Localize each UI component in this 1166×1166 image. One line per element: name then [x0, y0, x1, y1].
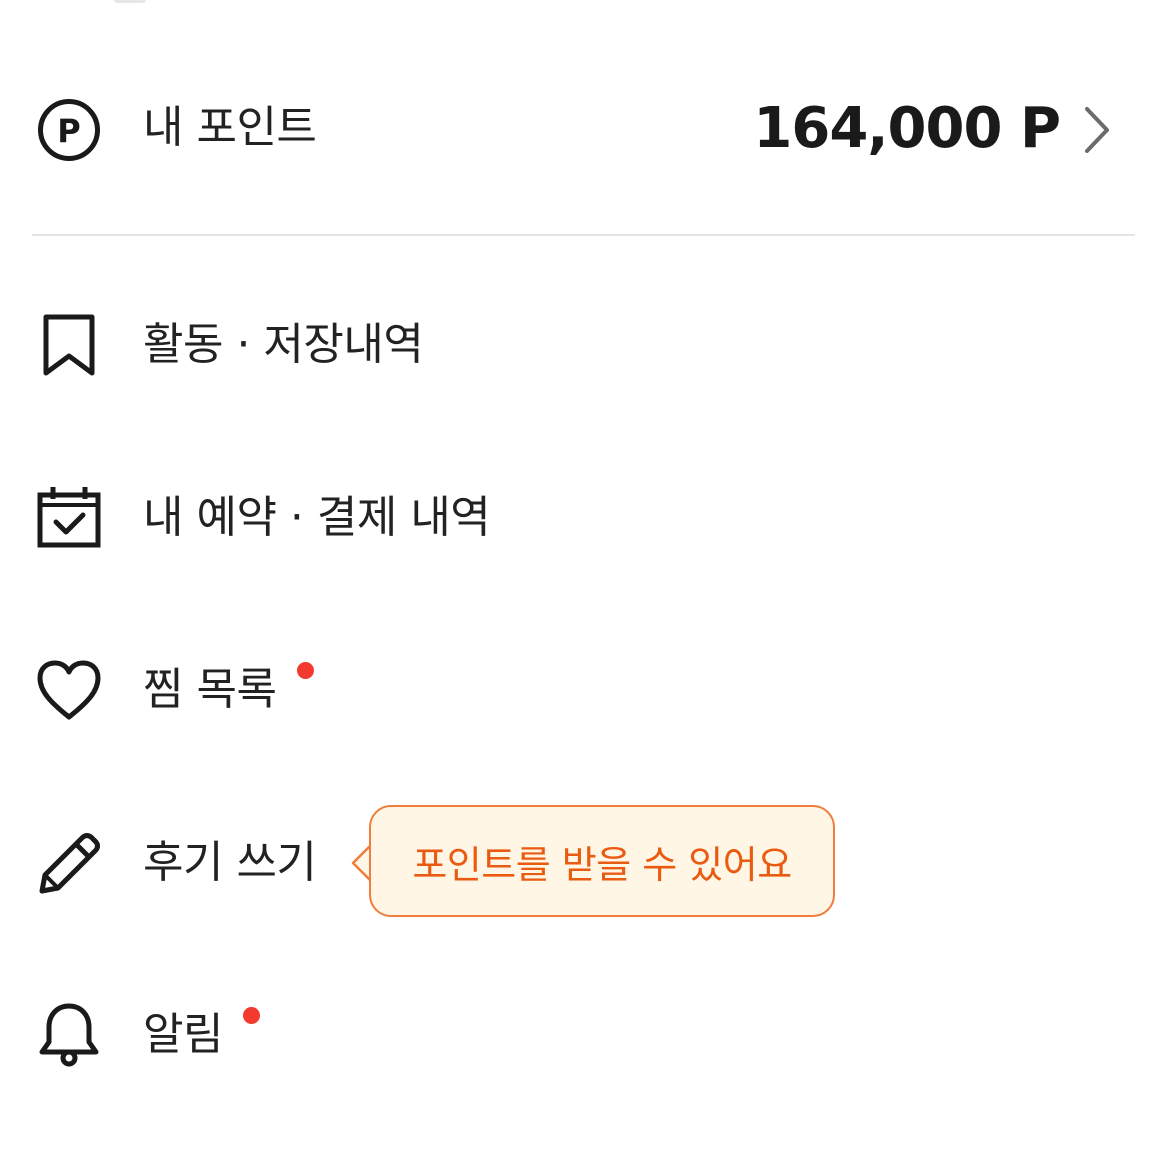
bookmark-icon [36, 313, 102, 379]
new-badge-dot [297, 662, 314, 679]
bell-icon [36, 1002, 102, 1068]
new-badge-dot [243, 1007, 260, 1024]
menu-item-notifications-label: 알림 [143, 1009, 223, 1060]
my-points-label: 내 포인트 [143, 102, 317, 153]
scroll-remnant [114, 0, 146, 3]
heart-icon [36, 658, 102, 724]
review-points-tooltip[interactable]: 포인트를 받을 수 있어요 [369, 805, 835, 917]
menu-item-wishlist[interactable]: 찜 목록 [0, 629, 1166, 749]
chevron-right-icon [1080, 104, 1114, 156]
menu-item-reservations[interactable]: 내 예약 · 결제 내역 [0, 457, 1166, 577]
calendar-check-icon [36, 485, 102, 551]
menu-item-wishlist-label: 찜 목록 [143, 664, 277, 715]
menu-item-review-label: 후기 쓰기 [143, 837, 317, 888]
menu-item-activity-label: 활동 · 저장내역 [143, 319, 424, 370]
svg-text:P: P [57, 112, 80, 150]
pencil-icon [36, 831, 102, 897]
divider [32, 234, 1135, 236]
points-balance: 164,000 P [753, 96, 1061, 161]
my-points-row[interactable]: P 내 포인트 164,000 P [0, 70, 1166, 190]
points-icon: P [36, 97, 102, 163]
menu-item-activity[interactable]: 활동 · 저장내역 [0, 285, 1166, 405]
menu-item-reservations-label: 내 예약 · 결제 내역 [143, 492, 491, 543]
menu-item-notifications[interactable]: 알림 [0, 973, 1166, 1093]
review-points-tooltip-text: 포인트를 받을 수 있어요 [412, 842, 792, 887]
